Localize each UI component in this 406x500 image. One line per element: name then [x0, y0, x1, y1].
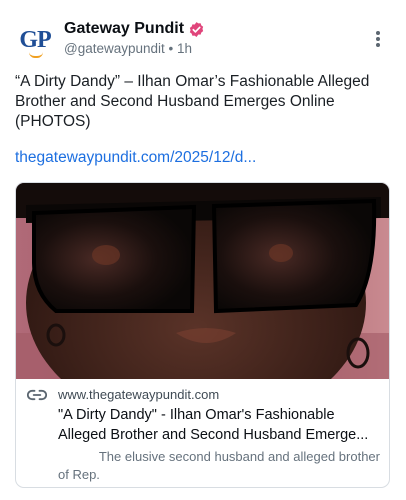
author-handle[interactable]: @gatewaypundit	[64, 41, 165, 56]
meta-separator: •	[168, 41, 174, 56]
post[interactable]: GP Gateway Pundit @gatewaypundit • 1h “A…	[0, 0, 406, 500]
link-preview-card[interactable]: www.thegatewaypundit.com "A Dirty Dandy"…	[15, 182, 390, 488]
card-title-line: Alleged Brother and Second Husband Emerg…	[58, 427, 369, 443]
author-display-name[interactable]: Gateway Pundit	[64, 20, 184, 38]
verified-badge-icon	[189, 21, 204, 37]
card-description: The elusive second husband and alleged b…	[58, 448, 380, 484]
more-vertical-icon-dot	[376, 43, 380, 47]
card-meta[interactable]: www.thegatewaypundit.com "A Dirty Dandy"…	[16, 379, 389, 487]
avatar-logo-text: GP	[19, 26, 51, 53]
more-vertical-icon-dot	[376, 37, 380, 41]
author-handle-row: @gatewaypundit • 1h	[64, 41, 192, 56]
card-domain: www.thegatewaypundit.com	[58, 387, 220, 402]
author-name-row: Gateway Pundit	[64, 20, 205, 38]
avatar[interactable]: GP	[15, 22, 55, 62]
card-description-line: of Rep.	[58, 467, 100, 482]
card-description-line: The elusive second husband and alleged b…	[98, 449, 380, 464]
more-vertical-icon-dot	[376, 31, 380, 35]
post-text: “A Dirty Dandy” – Ilhan Omar’s Fashionab…	[15, 73, 370, 130]
post-timestamp[interactable]: 1h	[177, 41, 192, 56]
card-title: "A Dirty Dandy" - Ilhan Omar's Fashionab…	[58, 405, 380, 445]
more-options-button[interactable]	[370, 28, 386, 50]
link-icon	[27, 389, 47, 401]
card-title-line: "A Dirty Dandy" - Ilhan Omar's Fashionab…	[58, 407, 335, 423]
card-image[interactable]	[16, 183, 389, 379]
post-link[interactable]: thegatewaypundit.com/2025/12/d...	[15, 149, 256, 167]
avatar-swoosh	[29, 52, 43, 58]
